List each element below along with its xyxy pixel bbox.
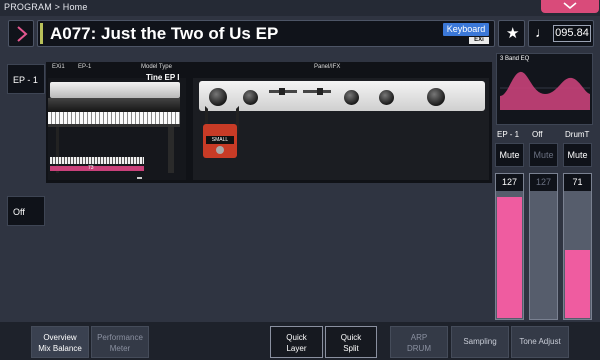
quick-split-button[interactable]: Quick Split xyxy=(325,326,377,358)
knob[interactable] xyxy=(243,90,258,105)
keyboard-range[interactable]: 73 xyxy=(50,157,144,176)
knob[interactable] xyxy=(379,90,394,105)
level-value-3: 71 xyxy=(564,174,591,191)
oscillator-column-label: EP-1 xyxy=(78,64,92,70)
program-select-button[interactable] xyxy=(8,20,34,47)
mute-button-2[interactable]: Mute xyxy=(529,143,558,167)
pedal-label: SMALL xyxy=(206,136,234,144)
panel-column-label: Panel/IFX xyxy=(314,64,341,70)
key-range-bar: 73 xyxy=(50,165,144,171)
chevron-down-icon xyxy=(563,2,577,10)
tempo-control[interactable]: ♩ 095.84 xyxy=(528,20,594,47)
strip-name-2: Off xyxy=(532,130,543,139)
layer-button-off[interactable]: Off xyxy=(7,196,45,226)
knob[interactable] xyxy=(209,88,227,106)
mini-keyboard xyxy=(50,157,144,164)
level-slider-2[interactable]: 127 xyxy=(529,173,558,320)
range-marker xyxy=(137,177,142,179)
bottom-tab-bar: Overview Mix Balance Performance Meter Q… xyxy=(0,322,600,360)
layer-button-ep1[interactable]: EP - 1 xyxy=(7,64,45,94)
top-bar: PROGRAM > Home xyxy=(0,0,600,16)
tab-overview[interactable]: Overview Mix Balance xyxy=(31,326,89,358)
tab-performance-meter[interactable]: Performance Meter xyxy=(91,326,149,358)
level-value-2: 127 xyxy=(530,174,557,191)
eq-display[interactable]: 3 Band EQ xyxy=(496,53,593,125)
level-slider-1[interactable]: 127 xyxy=(495,173,524,320)
strip-name-3: DrumT xyxy=(565,130,590,139)
favorite-button[interactable]: ★ xyxy=(498,20,525,47)
tempo-value[interactable]: 095.84 xyxy=(553,25,591,42)
panel-ifx-image[interactable]: SMALL xyxy=(193,78,489,180)
program-header: A077: Just the Two of Us EP Keyboard EXi… xyxy=(8,20,594,47)
level-value-1: 127 xyxy=(496,174,523,191)
chevron-right-icon xyxy=(17,26,28,42)
star-icon: ★ xyxy=(506,25,520,42)
tab-sampling[interactable]: Sampling xyxy=(451,326,509,358)
key-range-value: 73 xyxy=(88,165,94,171)
breadcrumb: PROGRAM > Home xyxy=(4,2,88,12)
knob[interactable] xyxy=(344,90,359,105)
eq-label: 3 Band EQ xyxy=(500,56,530,62)
pedal-switch xyxy=(216,146,224,154)
level-slider-3[interactable]: 71 xyxy=(563,173,592,320)
category-accent xyxy=(40,23,43,44)
note-icon: ♩ xyxy=(535,24,549,40)
level-fill-1 xyxy=(497,197,522,318)
tab-arp-drum[interactable]: ARP DRUM xyxy=(390,326,448,358)
strip-name-1: EP - 1 xyxy=(497,130,520,139)
model-type-column-label: Model Type xyxy=(141,64,172,70)
eq-curve xyxy=(500,71,590,110)
level-fill-3 xyxy=(565,250,590,318)
program-title: A077: Just the Two of Us EP xyxy=(50,24,279,43)
mute-button-1[interactable]: Mute xyxy=(495,143,524,167)
amp-panel xyxy=(199,81,485,111)
engine-column-label: EXi1 xyxy=(52,64,65,70)
tab-tone-adjust[interactable]: Tone Adjust xyxy=(511,326,569,358)
category-badge: Keyboard xyxy=(443,23,489,36)
mute-button-3[interactable]: Mute xyxy=(563,143,592,167)
model-type-value: Tine EP I xyxy=(146,73,180,82)
program-name-field[interactable]: A077: Just the Two of Us EP Keyboard EXi xyxy=(37,20,495,47)
fader[interactable] xyxy=(269,88,297,95)
engine-badge: EXi xyxy=(469,37,489,44)
knob[interactable] xyxy=(427,88,445,106)
quick-layer-button[interactable]: Quick Layer xyxy=(270,326,323,358)
fader[interactable] xyxy=(303,88,331,95)
effect-pedal[interactable]: SMALL xyxy=(203,124,237,158)
menu-button[interactable] xyxy=(541,0,599,13)
